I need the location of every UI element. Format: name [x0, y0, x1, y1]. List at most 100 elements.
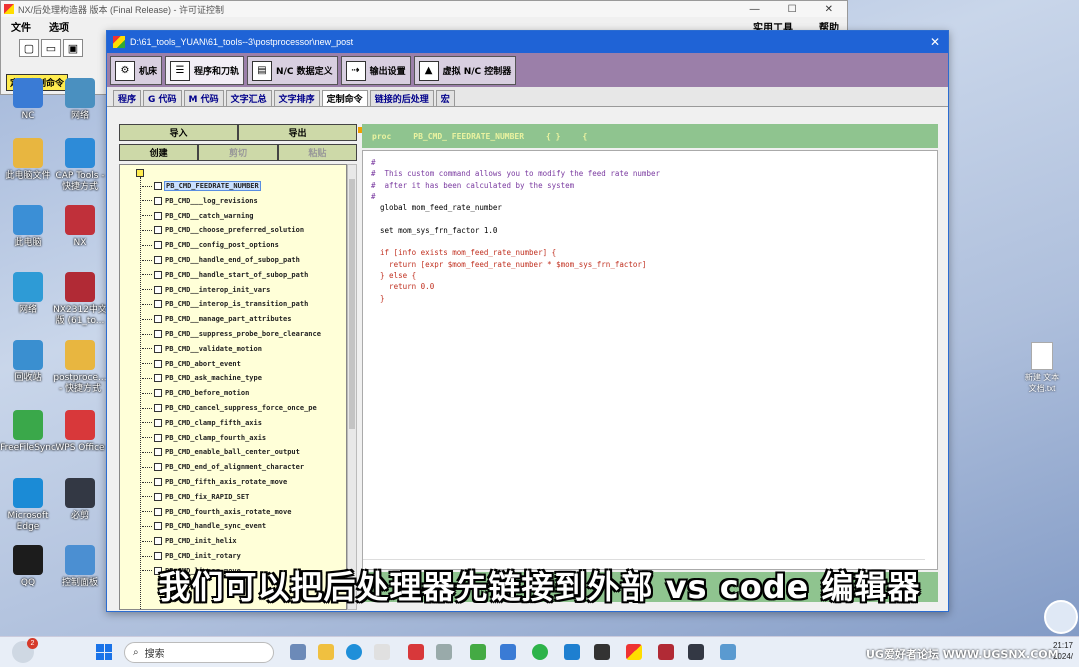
desktop-icon[interactable]: 回收站: [0, 340, 56, 384]
vscode-icon[interactable]: [564, 644, 580, 660]
tool-icon[interactable]: [470, 644, 486, 660]
command-tree-item[interactable]: PB_CMD__choose_preferred_solution: [142, 223, 304, 237]
search-box[interactable]: ⌕ 搜索: [124, 642, 274, 663]
desktop-icon[interactable]: FreeFileSync: [0, 410, 56, 454]
command-tree[interactable]: PB_CMD_FEEDRATE_NUMBER PB_CMD___log_revis…: [119, 164, 347, 610]
subtab-g-code[interactable]: G 代码: [143, 90, 182, 106]
main-close-button[interactable]: ✕: [930, 35, 948, 49]
command-tree-item[interactable]: PB_CMD_fifth_axis_rotate_move: [142, 475, 287, 489]
command-tree-item[interactable]: PB_CMD__handle_end_of_subop_path: [142, 253, 300, 267]
desktop-icon[interactable]: 网络: [0, 272, 56, 316]
subtab-m-code[interactable]: M 代码: [183, 90, 224, 106]
desktop-icon-label: FreeFileSync: [0, 443, 56, 453]
post-builder-icon[interactable]: [626, 644, 642, 660]
command-tree-item[interactable]: PB_CMD__interop_is_transition_path: [142, 297, 308, 311]
command-tree-item[interactable]: PB_CMD_clamp_fifth_axis: [142, 416, 262, 430]
tab-virtual-nc[interactable]: ▲ 虚拟 N/C 控制器: [413, 56, 517, 85]
command-tree-item[interactable]: PB_CMD_ask_machine_type: [142, 371, 262, 385]
maximize-button[interactable]: ☐: [788, 4, 797, 15]
subtab-linked-posts[interactable]: 链接的后处理: [369, 90, 434, 106]
command-label: PB_CMD__validate_motion: [165, 344, 262, 353]
paste-button[interactable]: 粘贴: [277, 144, 357, 161]
export-button[interactable]: 导出: [238, 124, 357, 141]
menu-options[interactable]: 选项: [49, 19, 69, 34]
tab-nc-data[interactable]: ▤ N/C 数据定义: [247, 56, 338, 85]
desktop-icon[interactable]: CAP Tools - 快捷方式: [52, 138, 108, 193]
command-tree-item[interactable]: PB_CMD___log_revisions: [142, 194, 258, 208]
tab-machine[interactable]: ⚙ 机床: [110, 56, 163, 85]
command-tree-item[interactable]: PB_CMD_fix_RAPID_SET: [142, 490, 249, 504]
command-tree-item[interactable]: PB_CMD_cancel_suppress_force_once_pe: [142, 401, 317, 415]
app-icon[interactable]: [374, 644, 390, 660]
command-tree-item[interactable]: PB_CMD_init_helix: [142, 534, 237, 548]
desktop-icon[interactable]: 此电脑: [0, 205, 56, 249]
open-folder-icon[interactable]: ▭: [41, 39, 61, 57]
command-file-icon: [154, 241, 162, 250]
import-button[interactable]: 导入: [119, 124, 238, 141]
command-tree-item[interactable]: PB_CMD_clamp_fourth_axis: [142, 431, 266, 445]
desktop-text-file[interactable]: 新建 文本文档.txt: [1022, 342, 1062, 394]
cut-button[interactable]: 剪切: [198, 144, 278, 161]
file-explorer-icon[interactable]: [318, 644, 334, 660]
desktop-icon[interactable]: NX2312中文版 (61_to...: [52, 272, 108, 327]
command-label: PB_CMD_end_of_alignment_character: [165, 463, 305, 472]
start-button[interactable]: [96, 644, 112, 660]
menu-file[interactable]: 文件: [11, 19, 31, 34]
desktop-icon[interactable]: NC: [0, 78, 56, 122]
terminal-icon[interactable]: [594, 644, 610, 660]
command-tree-item[interactable]: PB_CMD_enable_ball_center_output: [142, 445, 300, 459]
weather-widget-icon[interactable]: 2: [12, 638, 38, 663]
new-file-icon[interactable]: ▢: [19, 39, 39, 57]
command-tree-item[interactable]: PB_CMD__config_post_options: [142, 238, 279, 252]
create-button[interactable]: 创建: [119, 144, 199, 161]
nx-icon[interactable]: [658, 644, 674, 660]
code-line: set mom_sys_frn_factor 1.0: [371, 225, 498, 235]
desktop-icon[interactable]: 必剪: [52, 478, 108, 522]
calculator-icon[interactable]: [436, 644, 452, 660]
command-tree-item[interactable]: PB_CMD__validate_motion: [142, 342, 262, 356]
remote-icon[interactable]: [500, 644, 516, 660]
minimize-button[interactable]: —: [750, 4, 760, 15]
editor-vscrollbar[interactable]: [926, 153, 936, 557]
desktop-icon[interactable]: 此电脑文件: [0, 138, 56, 182]
subtab-word-sequence[interactable]: 文字排序: [273, 90, 320, 106]
scrollbar-thumb[interactable]: [349, 179, 355, 429]
command-tree-item[interactable]: PB_CMD_init_rotary: [142, 549, 241, 563]
subtab-macro[interactable]: 宏: [435, 90, 455, 106]
task-view-icon[interactable]: [290, 644, 306, 660]
desktop-icon-label: Microsoft Edge: [7, 511, 49, 532]
subtab-word-summary[interactable]: 文字汇总: [225, 90, 272, 106]
tab-program-path[interactable]: ☰ 程序和刀轨: [165, 56, 245, 85]
command-tree-item[interactable]: PB_CMD__suppress_probe_bore_clearance: [142, 327, 321, 341]
forum-watermark: UG爱好者论坛 WWW.UGSNX.COM: [866, 648, 1059, 661]
command-tree-item[interactable]: PB_CMD__manage_part_attributes: [142, 312, 291, 326]
tree-scrollbar[interactable]: [347, 164, 357, 610]
command-tree-item[interactable]: PB_CMD__handle_start_of_subop_path: [142, 268, 308, 282]
desktop-icon[interactable]: postproce... - 快捷方式: [52, 340, 108, 395]
notepad-icon[interactable]: [720, 644, 736, 660]
desktop-icon[interactable]: WPS Office: [52, 410, 108, 454]
command-tree-item[interactable]: PB_CMD__catch_warning: [142, 209, 254, 223]
subtab-custom-command[interactable]: 定制命令: [321, 90, 368, 106]
wechat-icon[interactable]: [532, 644, 548, 660]
wps-icon[interactable]: [408, 644, 424, 660]
tab-output-settings[interactable]: ⇢ 输出设置: [340, 56, 411, 85]
save-icon[interactable]: ▣: [63, 39, 83, 57]
subtab-program[interactable]: 程序: [113, 90, 142, 106]
command-tree-item[interactable]: PB_CMD__interop_init_vars: [142, 283, 270, 297]
command-tree-item[interactable]: PB_CMD_end_of_alignment_character: [142, 460, 304, 474]
command-tree-item[interactable]: PB_CMD_handle_sync_event: [142, 519, 266, 533]
command-tree-item[interactable]: PB_CMD_fourth_axis_rotate_move: [142, 505, 291, 519]
command-tree-item[interactable]: PB_CMD_abort_event: [142, 357, 241, 371]
code-editor[interactable]: # # This custom command allows you to mod…: [362, 150, 938, 570]
command-tree-item[interactable]: PB_CMD_FEEDRATE_NUMBER: [142, 179, 261, 193]
desktop-icon[interactable]: Microsoft Edge: [0, 478, 56, 533]
command-tree-item[interactable]: PB_CMD_before_motion: [142, 386, 249, 400]
app-shortcut-icon: [13, 272, 43, 302]
notification-badge: 2: [27, 638, 38, 649]
edge-icon[interactable]: [346, 644, 362, 660]
desktop-icon[interactable]: 网络: [52, 78, 108, 122]
desktop-icon[interactable]: NX: [52, 205, 108, 249]
close-button[interactable]: ✕: [825, 4, 833, 15]
video-editor-icon[interactable]: [688, 644, 704, 660]
